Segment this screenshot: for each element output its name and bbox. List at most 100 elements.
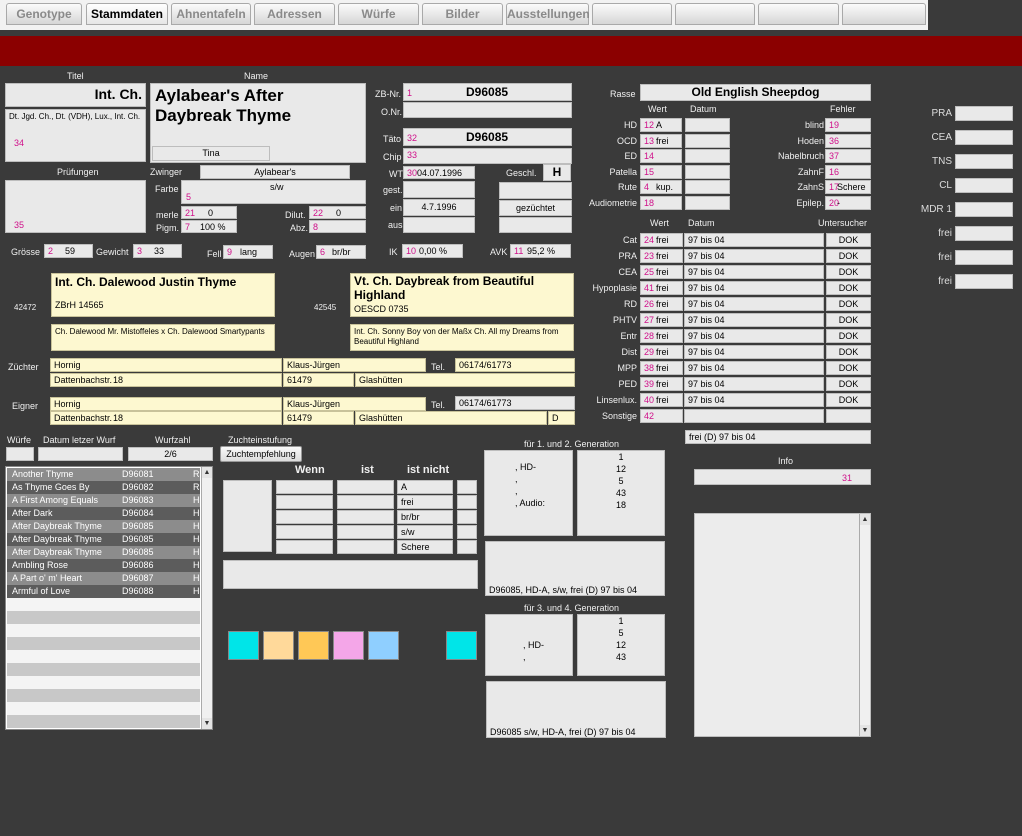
zuechter-vorname[interactable]: Klaus-Jürgen — [283, 358, 426, 372]
eigner-ort[interactable]: Glashütten — [355, 411, 547, 425]
eye-untersucher-field[interactable]: DOK — [826, 233, 871, 247]
filter-extra-field[interactable] — [457, 495, 477, 509]
chip-field[interactable]: 33 — [403, 148, 572, 164]
tab-ahnentafeln[interactable]: Ahnentafeln — [171, 3, 251, 25]
avk-field[interactable]: 11 95,2 % — [510, 244, 571, 258]
test-value-field[interactable] — [955, 202, 1013, 217]
color-swatch[interactable] — [263, 631, 294, 660]
health-date-field[interactable] — [685, 149, 730, 163]
taeto-field[interactable]: 32 D96085 — [403, 128, 572, 146]
filter-extra-field[interactable] — [457, 540, 477, 554]
tab-ausstellungen[interactable]: Ausstellungen — [506, 3, 590, 25]
scroll-up-icon[interactable]: ▲ — [202, 467, 212, 478]
eye-untersucher-field[interactable]: DOK — [826, 377, 871, 391]
filter-extra-field[interactable] — [457, 510, 477, 524]
test-value-field[interactable] — [955, 106, 1013, 121]
empty-row[interactable] — [7, 715, 200, 728]
filter-result-field[interactable] — [223, 560, 478, 589]
aus-field[interactable] — [403, 217, 475, 233]
titles-long-field[interactable]: Dt. Jgd. Ch., Dt. (VDH), Lux., Int. Ch. … — [5, 109, 146, 162]
filter-istnicht-field[interactable]: frei — [397, 495, 453, 509]
health-value-field[interactable]: 4 kup. — [640, 180, 682, 194]
eye-untersucher-field[interactable]: DOK — [826, 393, 871, 407]
groesse-field[interactable]: 2 59 — [44, 244, 93, 258]
health-value-field[interactable]: 13 frei — [640, 133, 682, 148]
filter-extra-field[interactable] — [457, 525, 477, 539]
datum-letzter-wurf-field[interactable] — [38, 447, 123, 461]
eigner-name[interactable]: Hornig — [50, 397, 282, 411]
rasse-field[interactable]: Old English Sheepdog — [640, 84, 871, 101]
filter-istnicht-field[interactable]: Schere — [397, 540, 453, 554]
test-value-field[interactable] — [955, 274, 1013, 289]
info-nr-field[interactable]: 31 — [694, 469, 871, 485]
gen12-left[interactable]: , HD- , , , Audio: — [484, 450, 573, 536]
eye-value-field[interactable]: 40 frei — [640, 393, 683, 407]
health-date-field[interactable] — [685, 195, 730, 210]
eigner-plz[interactable]: 61479 — [283, 411, 354, 425]
merle-field[interactable]: 21 0 — [181, 206, 237, 219]
eye-value-field[interactable]: 27 frei — [640, 313, 683, 327]
filter-istnicht-field[interactable]: s/w — [397, 525, 453, 539]
gen34-left[interactable]: , HD- , — [485, 614, 573, 676]
fehler-value-field[interactable]: 17 Schere — [825, 180, 871, 194]
eye-untersucher-field[interactable]: DOK — [826, 329, 871, 343]
health-date-field[interactable] — [685, 180, 730, 194]
empty-row[interactable] — [7, 650, 200, 663]
eigner-vorname[interactable]: Klaus-Jürgen — [283, 397, 426, 411]
filter-wenn-field[interactable] — [276, 480, 333, 494]
eye-untersucher-field[interactable]: DOK — [826, 249, 871, 263]
color-swatch[interactable] — [298, 631, 329, 660]
tab-empty-2[interactable] — [675, 3, 755, 25]
filter-ist-field[interactable] — [337, 525, 394, 539]
zwinger-field[interactable]: Aylabear's — [200, 165, 350, 179]
mother-parents-field[interactable]: Int. Ch. Sonny Boy von der Maßx Ch. All … — [350, 324, 574, 351]
gezuechtet-field[interactable]: gezüchtet — [499, 200, 572, 216]
eye-value-field[interactable]: 23 frei — [640, 249, 683, 263]
tab-wuerfe[interactable]: Würfe — [338, 3, 419, 25]
zuechter-ort[interactable]: Glashütten — [355, 373, 575, 387]
geschl-field[interactable]: H — [543, 164, 571, 181]
tab-stammdaten[interactable]: Stammdaten — [86, 3, 168, 25]
eye-date-field[interactable]: 97 bis 04 — [684, 393, 824, 407]
eye-date-field[interactable] — [684, 409, 824, 423]
empty-row[interactable] — [7, 598, 200, 611]
eyes-summary[interactable]: frei (D) 97 bis 04 — [685, 430, 871, 444]
augen-field[interactable]: 6 br/br — [316, 245, 366, 259]
eye-date-field[interactable]: 97 bis 04 — [684, 377, 824, 391]
zbnr-field[interactable]: 1 D96085 — [403, 83, 572, 101]
table-row[interactable]: As Thyme Goes By D96082 R — [7, 481, 200, 494]
eye-date-field[interactable]: 97 bis 04 — [684, 345, 824, 359]
scroll-down-icon[interactable]: ▼ — [202, 718, 212, 729]
health-date-field[interactable] — [685, 118, 730, 132]
eye-date-field[interactable]: 97 bis 04 — [684, 249, 824, 263]
table-row[interactable]: Armful of Love D96088 H — [7, 585, 200, 598]
info-scrollbar[interactable]: ▲ ▼ — [859, 514, 870, 736]
filter-wenn-field[interactable] — [276, 525, 333, 539]
eye-date-field[interactable]: 97 bis 04 — [684, 361, 824, 375]
test-value-field[interactable] — [955, 130, 1013, 145]
dilut-field[interactable]: 22 0 — [309, 206, 366, 219]
wurfzahl-field[interactable]: 2/6 — [128, 447, 213, 461]
health-value-field[interactable]: 18 — [640, 195, 682, 210]
eye-value-field[interactable]: 39 frei — [640, 377, 683, 391]
eye-value-field[interactable]: 26 frei — [640, 297, 683, 311]
eye-value-field[interactable]: 25 frei — [640, 265, 683, 279]
table-row[interactable]: A Part o' m' Heart D96087 H — [7, 572, 200, 585]
eye-untersucher-field[interactable]: DOK — [826, 313, 871, 327]
eye-value-field[interactable]: 41 frei — [640, 281, 683, 295]
health-date-field[interactable] — [685, 133, 730, 148]
table-row[interactable]: Ambling Rose D96086 H — [7, 559, 200, 572]
mother-field[interactable]: Vt. Ch. Daybreak from Beautiful Highland… — [350, 273, 574, 317]
abz-field[interactable]: 8 — [309, 220, 366, 233]
health-date-field[interactable] — [685, 164, 730, 179]
eigner-land[interactable]: D — [548, 411, 575, 425]
eye-untersucher-field[interactable]: DOK — [826, 265, 871, 279]
zuechter-strasse-field[interactable]: Dattenbachstr. 18 — [50, 373, 282, 387]
fehler-value-field[interactable]: 36 — [825, 133, 871, 148]
eye-date-field[interactable]: 97 bis 04 — [684, 233, 824, 247]
empty-row[interactable] — [7, 663, 200, 676]
eye-value-field[interactable]: 38 frei — [640, 361, 683, 375]
gen34-right[interactable]: 1 5 12 43 — [577, 614, 665, 676]
filter-wenn-field[interactable] — [276, 510, 333, 524]
status-empty-field[interactable] — [499, 182, 572, 199]
